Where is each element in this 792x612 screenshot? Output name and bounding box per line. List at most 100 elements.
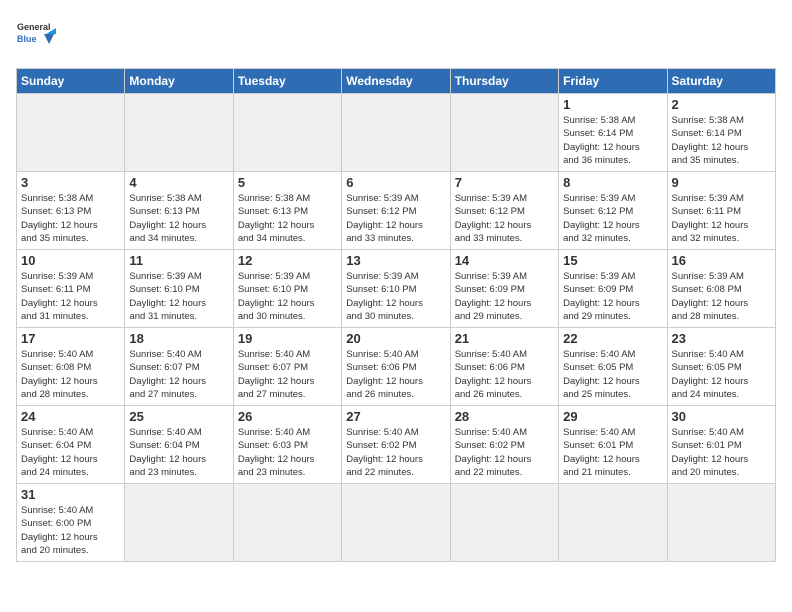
day-info: Sunrise: 5:40 AM Sunset: 6:06 PM Dayligh… — [455, 348, 554, 401]
day-number: 1 — [563, 97, 662, 112]
calendar-cell: 29 Sunrise: 5:40 AM Sunset: 6:01 PM Dayli… — [559, 406, 667, 484]
week-row-0: 1Sunrise: 5:38 AM Sunset: 6:14 PM Daylig… — [17, 94, 776, 172]
day-number: 31 — [21, 487, 120, 502]
day-info: Sunrise: 5:39 AM Sunset: 6:08 PM Dayligh… — [672, 270, 771, 323]
calendar-cell: 25 Sunrise: 5:40 AM Sunset: 6:04 PM Dayli… — [125, 406, 233, 484]
day-info: Sunrise: 5:38 AM Sunset: 6:13 PM Dayligh… — [129, 192, 228, 245]
day-number: 22 — [563, 331, 662, 346]
day-info: Sunrise: 5:39 AM Sunset: 6:10 PM Dayligh… — [346, 270, 445, 323]
calendar-cell — [233, 484, 341, 562]
calendar-cell: 27 Sunrise: 5:40 AM Sunset: 6:02 PM Dayli… — [342, 406, 450, 484]
day-info: Sunrise: 5:39 AM Sunset: 6:09 PM Dayligh… — [455, 270, 554, 323]
day-info: Sunrise: 5:39 AM Sunset: 6:10 PM Dayligh… — [238, 270, 337, 323]
day-number: 6 — [346, 175, 445, 190]
page-header: General Blue — [16, 16, 776, 58]
day-number: 3 — [21, 175, 120, 190]
day-info: Sunrise: 5:40 AM Sunset: 6:06 PM Dayligh… — [346, 348, 445, 401]
day-number: 29 — [563, 409, 662, 424]
calendar-cell — [125, 94, 233, 172]
day-info: Sunrise: 5:39 AM Sunset: 6:11 PM Dayligh… — [21, 270, 120, 323]
day-info: Sunrise: 5:40 AM Sunset: 6:00 PM Dayligh… — [21, 504, 120, 557]
calendar-cell: 18 Sunrise: 5:40 AM Sunset: 6:07 PM Dayli… — [125, 328, 233, 406]
day-number: 15 — [563, 253, 662, 268]
header-cell-saturday: Saturday — [667, 69, 775, 94]
header-cell-wednesday: Wednesday — [342, 69, 450, 94]
calendar-cell: 1Sunrise: 5:38 AM Sunset: 6:14 PM Daylig… — [559, 94, 667, 172]
header-cell-friday: Friday — [559, 69, 667, 94]
week-row-5: 31 Sunrise: 5:40 AM Sunset: 6:00 PM Dayli… — [17, 484, 776, 562]
day-number: 13 — [346, 253, 445, 268]
week-row-4: 24 Sunrise: 5:40 AM Sunset: 6:04 PM Dayli… — [17, 406, 776, 484]
day-info: Sunrise: 5:40 AM Sunset: 6:04 PM Dayligh… — [129, 426, 228, 479]
day-number: 20 — [346, 331, 445, 346]
day-number: 2 — [672, 97, 771, 112]
day-info: Sunrise: 5:39 AM Sunset: 6:12 PM Dayligh… — [346, 192, 445, 245]
day-info: Sunrise: 5:40 AM Sunset: 6:01 PM Dayligh… — [563, 426, 662, 479]
day-number: 25 — [129, 409, 228, 424]
day-info: Sunrise: 5:39 AM Sunset: 6:09 PM Dayligh… — [563, 270, 662, 323]
day-info: Sunrise: 5:40 AM Sunset: 6:07 PM Dayligh… — [238, 348, 337, 401]
day-number: 26 — [238, 409, 337, 424]
day-number: 4 — [129, 175, 228, 190]
calendar-cell — [342, 484, 450, 562]
calendar-cell — [559, 484, 667, 562]
day-number: 28 — [455, 409, 554, 424]
day-info: Sunrise: 5:40 AM Sunset: 6:05 PM Dayligh… — [672, 348, 771, 401]
day-info: Sunrise: 5:40 AM Sunset: 6:07 PM Dayligh… — [129, 348, 228, 401]
calendar-cell: 17 Sunrise: 5:40 AM Sunset: 6:08 PM Dayli… — [17, 328, 125, 406]
week-row-2: 10 Sunrise: 5:39 AM Sunset: 6:11 PM Dayli… — [17, 250, 776, 328]
logo-svg: General Blue — [16, 16, 58, 58]
day-info: Sunrise: 5:39 AM Sunset: 6:12 PM Dayligh… — [455, 192, 554, 245]
calendar-cell: 22 Sunrise: 5:40 AM Sunset: 6:05 PM Dayli… — [559, 328, 667, 406]
day-info: Sunrise: 5:40 AM Sunset: 6:02 PM Dayligh… — [346, 426, 445, 479]
calendar-cell: 19 Sunrise: 5:40 AM Sunset: 6:07 PM Dayli… — [233, 328, 341, 406]
calendar-cell: 11 Sunrise: 5:39 AM Sunset: 6:10 PM Dayli… — [125, 250, 233, 328]
day-number: 27 — [346, 409, 445, 424]
week-row-1: 3 Sunrise: 5:38 AM Sunset: 6:13 PM Daylig… — [17, 172, 776, 250]
day-number: 11 — [129, 253, 228, 268]
day-number: 14 — [455, 253, 554, 268]
day-number: 17 — [21, 331, 120, 346]
day-number: 9 — [672, 175, 771, 190]
calendar-cell: 28 Sunrise: 5:40 AM Sunset: 6:02 PM Dayli… — [450, 406, 558, 484]
day-info: Sunrise: 5:38 AM Sunset: 6:13 PM Dayligh… — [21, 192, 120, 245]
svg-text:General: General — [17, 22, 51, 32]
day-info: Sunrise: 5:39 AM Sunset: 6:11 PM Dayligh… — [672, 192, 771, 245]
header-row: SundayMondayTuesdayWednesdayThursdayFrid… — [17, 69, 776, 94]
calendar-cell: 6 Sunrise: 5:39 AM Sunset: 6:12 PM Daylig… — [342, 172, 450, 250]
calendar-cell: 21Sunrise: 5:40 AM Sunset: 6:06 PM Dayli… — [450, 328, 558, 406]
calendar-cell: 13 Sunrise: 5:39 AM Sunset: 6:10 PM Dayli… — [342, 250, 450, 328]
calendar-cell — [125, 484, 233, 562]
day-info: Sunrise: 5:40 AM Sunset: 6:05 PM Dayligh… — [563, 348, 662, 401]
day-info: Sunrise: 5:40 AM Sunset: 6:02 PM Dayligh… — [455, 426, 554, 479]
day-number: 8 — [563, 175, 662, 190]
calendar-cell: 8Sunrise: 5:39 AM Sunset: 6:12 PM Daylig… — [559, 172, 667, 250]
calendar-cell: 16Sunrise: 5:39 AM Sunset: 6:08 PM Dayli… — [667, 250, 775, 328]
day-info: Sunrise: 5:39 AM Sunset: 6:10 PM Dayligh… — [129, 270, 228, 323]
calendar-cell: 7Sunrise: 5:39 AM Sunset: 6:12 PM Daylig… — [450, 172, 558, 250]
svg-text:Blue: Blue — [17, 34, 37, 44]
calendar-cell — [342, 94, 450, 172]
day-number: 5 — [238, 175, 337, 190]
calendar-body: 1Sunrise: 5:38 AM Sunset: 6:14 PM Daylig… — [17, 94, 776, 562]
calendar-cell: 24Sunrise: 5:40 AM Sunset: 6:04 PM Dayli… — [17, 406, 125, 484]
calendar-cell: 3 Sunrise: 5:38 AM Sunset: 6:13 PM Daylig… — [17, 172, 125, 250]
day-info: Sunrise: 5:40 AM Sunset: 6:01 PM Dayligh… — [672, 426, 771, 479]
day-number: 23 — [672, 331, 771, 346]
day-number: 12 — [238, 253, 337, 268]
calendar-cell: 12 Sunrise: 5:39 AM Sunset: 6:10 PM Dayli… — [233, 250, 341, 328]
calendar-cell: 20 Sunrise: 5:40 AM Sunset: 6:06 PM Dayli… — [342, 328, 450, 406]
day-info: Sunrise: 5:40 AM Sunset: 6:08 PM Dayligh… — [21, 348, 120, 401]
calendar-cell: 9 Sunrise: 5:39 AM Sunset: 6:11 PM Daylig… — [667, 172, 775, 250]
day-number: 10 — [21, 253, 120, 268]
calendar-cell — [667, 484, 775, 562]
day-number: 19 — [238, 331, 337, 346]
header-cell-tuesday: Tuesday — [233, 69, 341, 94]
calendar-cell: 31 Sunrise: 5:40 AM Sunset: 6:00 PM Dayli… — [17, 484, 125, 562]
day-number: 18 — [129, 331, 228, 346]
day-number: 24 — [21, 409, 120, 424]
calendar-cell: 14 Sunrise: 5:39 AM Sunset: 6:09 PM Dayli… — [450, 250, 558, 328]
calendar-cell: 2Sunrise: 5:38 AM Sunset: 6:14 PM Daylig… — [667, 94, 775, 172]
day-info: Sunrise: 5:40 AM Sunset: 6:03 PM Dayligh… — [238, 426, 337, 479]
calendar-cell — [233, 94, 341, 172]
